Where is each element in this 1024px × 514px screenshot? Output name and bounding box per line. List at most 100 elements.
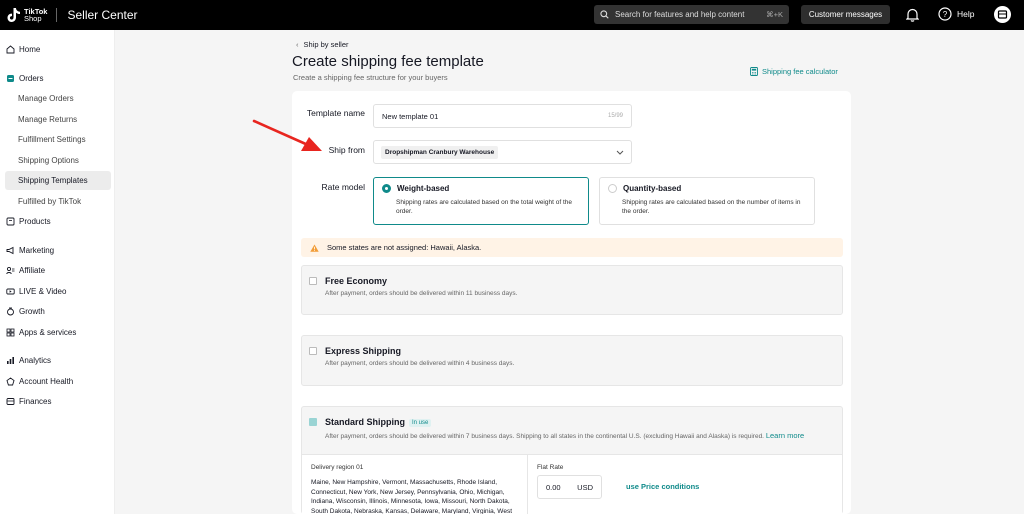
warning-text: Some states are not assigned: Hawaii, Al… (327, 243, 482, 252)
quantity-based-desc: Shipping rates are calculated based on t… (622, 199, 801, 215)
learn-more-link[interactable]: Learn more (766, 431, 804, 440)
store-icon (997, 10, 1008, 19)
template-name-value: New template 01 (382, 111, 439, 121)
sidebar-item-fulfillment-settings[interactable]: Fulfillment Settings (5, 130, 111, 149)
logo-divider (56, 8, 58, 22)
flat-rate-input[interactable]: 0.00 USD (537, 475, 602, 499)
quantity-based-option[interactable]: Quantity-based Shipping rates are calcul… (599, 177, 815, 225)
free-economy-title: Free Economy (325, 276, 388, 286)
sidebar-item-orders[interactable]: Orders (5, 69, 111, 88)
sidebar-item-live-video[interactable]: LIVE & Video (5, 282, 111, 301)
sidebar-item-fulfilled-by-tiktok[interactable]: Fulfilled by TikTok (5, 192, 111, 211)
delivery-region-panel: Delivery region 01 Maine, New Hampshire,… (302, 454, 842, 514)
flat-rate-value: 0.00 (546, 482, 561, 492)
standard-shipping-title: Standard Shipping (325, 417, 405, 427)
char-counter: 15/99 (607, 113, 623, 119)
sidebar-item-products[interactable]: Products (5, 212, 111, 231)
weight-based-title: Weight-based (397, 184, 450, 193)
weight-based-option[interactable]: Weight-based Shipping rates are calculat… (373, 177, 589, 225)
unassigned-states-warning: Some states are not assigned: Hawaii, Al… (301, 238, 843, 257)
sidebar-item-label: LIVE & Video (19, 287, 67, 296)
sidebar-item-label: Shipping Templates (18, 176, 88, 185)
shop-avatar[interactable] (994, 6, 1011, 23)
use-price-conditions-link[interactable]: use Price conditions (626, 482, 699, 491)
sidebar-item-label: Manage Orders (18, 94, 74, 103)
sidebar-item-label: Shipping Options (18, 156, 79, 165)
megaphone-icon (6, 246, 15, 255)
search-bar[interactable]: Search for features and help content ⌘+K (594, 5, 789, 24)
search-placeholder: Search for features and help content (615, 10, 745, 19)
delivery-region-states: Maine, New Hampshire, Vermont, Massachus… (311, 479, 512, 514)
sidebar-item-shipping-templates[interactable]: Shipping Templates (5, 171, 111, 190)
standard-shipping-checkbox[interactable] (309, 418, 317, 426)
back-link[interactable]: ‹ Ship by seller (296, 40, 349, 49)
calculator-label: Shipping fee calculator (762, 67, 838, 76)
free-economy-checkbox[interactable] (309, 277, 317, 285)
flat-rate-label: Flat Rate (537, 464, 564, 471)
calculator-icon (750, 67, 758, 76)
sidebar-item-finances[interactable]: Finances (5, 392, 111, 411)
sidebar-item-analytics[interactable]: Analytics (5, 351, 111, 370)
app-title: Seller Center (67, 8, 138, 22)
sidebar-item-affiliate[interactable]: Affiliate (5, 261, 111, 280)
affiliate-icon (6, 266, 15, 275)
top-bar: TikTok Shop Seller Center Search for fea… (0, 0, 1024, 30)
sidebar-item-label: Analytics (19, 356, 52, 365)
ship-from-select[interactable]: Dropshipman Cranbury Warehouse (373, 140, 632, 164)
svg-text:?: ? (943, 10, 948, 19)
tiktok-shop-logo[interactable]: TikTok Shop (7, 7, 47, 23)
sidebar: Home Orders Manage Orders Manage Returns… (0, 30, 115, 514)
video-icon (6, 287, 15, 296)
home-icon (6, 45, 15, 54)
standard-shipping-desc: After payment, orders should be delivere… (325, 433, 764, 440)
template-name-label: Template name (306, 108, 365, 118)
annotation-arrow-icon (252, 119, 322, 151)
help-label: Help (957, 9, 975, 19)
sidebar-item-growth[interactable]: Growth (5, 302, 111, 321)
sidebar-item-account-health[interactable]: Account Health (5, 372, 111, 391)
logo-line-2: Shop (24, 14, 42, 23)
customer-messages-button[interactable]: Customer messages (801, 5, 890, 24)
growth-icon (6, 307, 15, 316)
rate-model-label: Rate model (321, 182, 365, 192)
back-link-label: Ship by seller (303, 40, 349, 49)
express-shipping-checkbox[interactable] (309, 347, 317, 355)
sidebar-item-label: Account Health (19, 377, 74, 386)
sidebar-item-home[interactable]: Home (5, 40, 111, 59)
sidebar-item-label: Fulfilled by TikTok (18, 197, 82, 206)
currency-unit: USD (577, 482, 593, 492)
delivery-region-header: Delivery region 01 (311, 464, 364, 471)
sidebar-item-marketing[interactable]: Marketing (5, 241, 111, 260)
health-icon (6, 377, 15, 386)
search-icon (600, 10, 609, 19)
chevron-left-icon: ‹ (296, 40, 299, 49)
template-name-input[interactable]: New template 01 15/99 (373, 104, 632, 128)
help-button[interactable]: ? Help (938, 7, 974, 21)
sidebar-item-label: Affiliate (19, 266, 46, 275)
sidebar-item-apps-services[interactable]: Apps & services (5, 323, 111, 342)
free-economy-section: Free Economy After payment, orders shoul… (301, 265, 843, 315)
radio-selected[interactable] (382, 184, 391, 193)
chevron-down-icon (616, 150, 624, 155)
sidebar-item-label: Marketing (19, 246, 55, 255)
tiktok-logo-icon (7, 8, 20, 22)
orders-icon (6, 74, 15, 83)
bell-icon[interactable] (906, 8, 919, 22)
sidebar-item-manage-orders[interactable]: Manage Orders (5, 89, 111, 108)
sidebar-item-manage-returns[interactable]: Manage Returns (5, 110, 111, 129)
warehouse-tag: Dropshipman Cranbury Warehouse (381, 145, 499, 159)
quantity-based-title: Quantity-based (623, 184, 682, 193)
radio-unselected[interactable] (608, 184, 617, 193)
sidebar-item-label: Finances (19, 397, 52, 406)
help-icon: ? (938, 7, 952, 21)
finances-icon (6, 397, 15, 406)
shipping-fee-calculator-link[interactable]: Shipping fee calculator (750, 67, 838, 76)
region-divider (527, 455, 528, 514)
in-use-badge: In use (409, 418, 432, 427)
sidebar-item-label: Fulfillment Settings (18, 135, 86, 144)
sidebar-item-shipping-options[interactable]: Shipping Options (5, 151, 111, 170)
page-subtitle: Create a shipping fee structure for your… (293, 73, 448, 82)
search-shortcut: ⌘+K (766, 10, 783, 19)
analytics-icon (6, 356, 15, 365)
weight-based-desc: Shipping rates are calculated based on t… (396, 199, 572, 215)
